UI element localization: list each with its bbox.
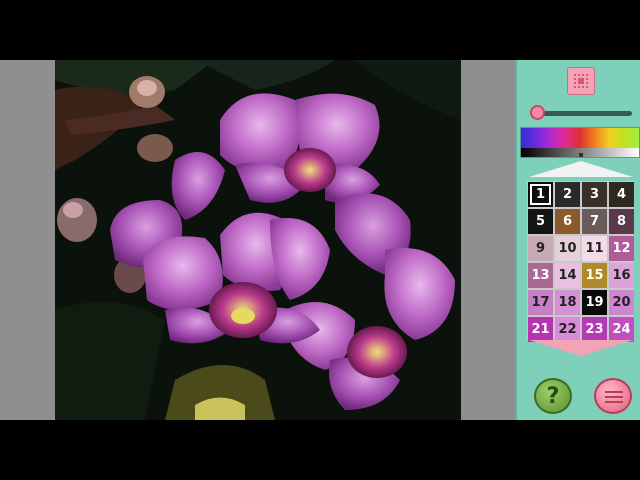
canvas-margin-right <box>461 60 515 420</box>
palette-color-3[interactable]: 3 <box>582 182 607 207</box>
hamburger-menu-icon <box>605 396 623 398</box>
palette-color-6[interactable]: 6 <box>555 209 580 234</box>
palette-color-20[interactable]: 20 <box>609 290 634 315</box>
palette-color-16[interactable]: 16 <box>609 263 634 288</box>
color-palette-grid: 1 2 3 4 5 6 7 8 9 10 11 12 13 14 15 16 17 18 19 20 21 22 23 24 <box>527 181 634 342</box>
menu-button[interactable] <box>594 378 632 414</box>
palette-color-19[interactable]: 19 <box>582 290 607 315</box>
zoom-slider-handle[interactable] <box>530 105 545 120</box>
palette-color-4[interactable]: 4 <box>609 182 634 207</box>
palette-color-11[interactable]: 11 <box>582 236 607 261</box>
palette-color-7[interactable]: 7 <box>582 209 607 234</box>
flower-center-region[interactable] <box>284 148 336 192</box>
palette-color-8[interactable]: 8 <box>609 209 634 234</box>
palette-color-17[interactable]: 17 <box>528 290 553 315</box>
palette-color-22[interactable]: 22 <box>555 317 580 342</box>
palette-color-12[interactable]: 12 <box>609 236 634 261</box>
foliage-region[interactable] <box>55 302 165 420</box>
hamburger-menu-icon <box>605 401 623 403</box>
bud-highlight-region[interactable] <box>63 202 83 218</box>
letterbox-bottom <box>0 420 640 480</box>
palette-scroll-down-button[interactable] <box>529 340 633 356</box>
help-icon: ? <box>546 383 560 409</box>
hamburger-menu-icon <box>605 391 623 393</box>
palette-color-14[interactable]: 14 <box>555 263 580 288</box>
bud-highlight-region[interactable] <box>137 80 157 96</box>
fit-to-screen-icon <box>574 74 588 88</box>
tool-panel: 1 2 3 4 5 6 7 8 9 10 11 12 13 14 15 16 17 18 19 20 21 22 23 24 … <box>515 60 640 420</box>
flower-center-region[interactable] <box>347 326 407 378</box>
palette-color-24[interactable]: 24 <box>609 317 634 342</box>
palette-color-9[interactable]: 9 <box>528 236 553 261</box>
palette-color-21[interactable]: 21 <box>528 317 553 342</box>
color-spectrum-picker[interactable] <box>520 127 640 158</box>
help-button[interactable]: ? <box>534 378 572 414</box>
flower-column-region[interactable] <box>231 308 255 324</box>
spectrum-marker <box>579 153 583 157</box>
palette-color-1[interactable]: 1 <box>528 182 553 207</box>
fit-to-screen-button[interactable] <box>567 67 595 95</box>
paint-canvas[interactable] <box>55 60 461 420</box>
palette-color-10[interactable]: 10 <box>555 236 580 261</box>
palette-color-2[interactable]: 2 <box>555 182 580 207</box>
palette-color-15[interactable]: 15 <box>582 263 607 288</box>
petal-region[interactable] <box>143 236 223 310</box>
zoom-slider-track[interactable] <box>539 111 632 116</box>
palette-color-13[interactable]: 13 <box>528 263 553 288</box>
orchid-painting[interactable] <box>55 60 461 420</box>
palette-color-18[interactable]: 18 <box>555 290 580 315</box>
canvas-margin-left <box>0 60 55 420</box>
palette-color-23[interactable]: 23 <box>582 317 607 342</box>
palette-color-5[interactable]: 5 <box>528 209 553 234</box>
letterbox-top <box>0 0 640 60</box>
palette-scroll-up-button[interactable] <box>529 161 633 177</box>
bud-region[interactable] <box>137 134 173 162</box>
